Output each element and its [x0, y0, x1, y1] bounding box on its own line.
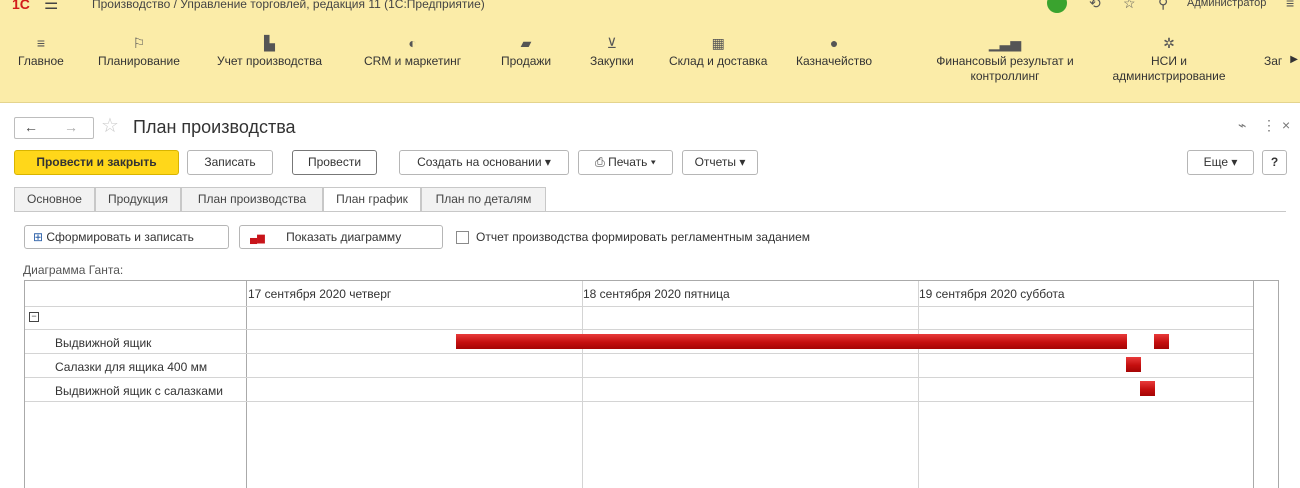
help-button[interactable]: ? — [1262, 150, 1287, 175]
gantt-bar[interactable] — [1126, 357, 1141, 372]
gantt-bar[interactable] — [1140, 381, 1155, 396]
chevron-down-icon: ▾ — [739, 155, 746, 169]
favorites-icon[interactable]: ☆ — [1123, 0, 1136, 12]
nav-buttons: ← → — [14, 117, 94, 139]
user-name[interactable]: Администратор — [1187, 0, 1266, 9]
forward-arrow-icon[interactable]: → — [64, 119, 78, 135]
post-and-close-button[interactable]: Провести и закрыть — [14, 150, 179, 175]
bag-icon: ▰ — [520, 35, 532, 51]
section-admin[interactable]: ✲ НСИ и администрирование — [1100, 36, 1238, 84]
section-more[interactable]: Заг — [1264, 36, 1282, 69]
post-button[interactable]: Провести — [292, 150, 377, 175]
gantt-scrollbar[interactable] — [1253, 281, 1278, 488]
build-and-save-button[interactable]: ⊞ Сформировать и записать — [24, 225, 229, 249]
app-title: Производство / Управление торговлей, ред… — [92, 0, 485, 11]
build-icon: ⊞ — [33, 230, 47, 244]
gantt-row-label: Выдвижной ящик — [55, 336, 152, 350]
print-button[interactable]: ⎙ Печать ▾ — [578, 150, 673, 175]
section-sales[interactable]: ▰ Продажи — [501, 36, 551, 69]
section-production[interactable]: ▙ Учет производства — [217, 36, 322, 69]
print-label: Печать — [608, 155, 648, 169]
close-icon[interactable]: × — [1282, 117, 1290, 133]
tab-parts-plan[interactable]: План по деталям — [421, 187, 546, 212]
settings-menu-icon[interactable]: ≡ — [1286, 0, 1294, 11]
section-crm[interactable]: ◐ CRM и маркетинг — [364, 36, 461, 69]
reports-button[interactable]: Отчеты ▾ — [682, 150, 758, 175]
scroll-right-icon[interactable]: ▶ — [1290, 54, 1298, 65]
gantt-caption: Диаграмма Ганта: — [23, 263, 124, 277]
tab-products[interactable]: Продукция — [95, 187, 181, 212]
warehouse-icon: ▦ — [711, 35, 725, 51]
chart-icon: ▁▃▅ — [988, 35, 1022, 51]
more-button[interactable]: Еще ▾ — [1187, 150, 1254, 175]
build-and-save-label: Сформировать и записать — [46, 230, 194, 244]
tab-underline — [14, 211, 1286, 212]
gantt-row-label: Салазки для ящика 400 мм — [55, 360, 208, 374]
chevron-down-icon: ▾ — [1231, 155, 1238, 169]
collapse-icon[interactable]: − — [29, 312, 39, 322]
menu-icon: ≡ — [36, 35, 46, 51]
section-financial-result[interactable]: ▁▃▅ Финансовый результат и контроллинг — [930, 36, 1080, 84]
tab-schedule-plan[interactable]: План график — [323, 187, 421, 212]
gantt-chart[interactable]: 17 сентября 2020 четверг 18 сентября 202… — [24, 280, 1279, 488]
factory-icon: ▙ — [264, 35, 275, 51]
printer-icon: ⎙ — [595, 155, 609, 169]
section-treasury[interactable]: ● Казначейство — [796, 36, 872, 69]
chevron-down-icon: ▾ — [650, 155, 656, 169]
history-icon[interactable]: ⟲ — [1089, 0, 1101, 12]
more-menu-icon[interactable]: ⋮ — [1262, 117, 1276, 134]
title-bar: 1С ☰ Производство / Управление торговлей… — [0, 0, 1300, 16]
section-warehouse[interactable]: ▦ Склад и доставка — [669, 36, 767, 69]
scheduled-report-label: Отчет производства формировать регламент… — [476, 230, 811, 244]
form-title: План производства — [133, 117, 296, 137]
gantt-bar[interactable] — [456, 334, 1127, 349]
show-chart-button[interactable]: ▄▆ Показать диаграмму — [239, 225, 443, 249]
show-chart-label: Показать диаграмму — [286, 230, 402, 244]
crm-icon: ◐ — [408, 35, 417, 51]
main-menu-icon[interactable]: ☰ — [44, 0, 58, 14]
tab-main[interactable]: Основное — [14, 187, 95, 212]
gantt-date-header: 17 сентября 2020 четверг — [248, 287, 392, 301]
notifications-icon[interactable] — [1047, 0, 1067, 13]
favorite-star-icon[interactable]: ☆ — [101, 113, 119, 138]
more-label: Еще — [1203, 155, 1229, 169]
1c-logo-icon: 1С — [12, 0, 30, 12]
create-based-on-button[interactable]: Создать на основании ▾ — [399, 150, 569, 175]
section-main[interactable]: ≡ Главное — [18, 36, 64, 69]
gantt-date-header: 19 сентября 2020 суббота — [919, 287, 1065, 301]
chevron-down-icon: ▾ — [544, 155, 551, 169]
cart-icon: ⊻ — [606, 35, 617, 51]
link-icon[interactable]: ⌁ — [1238, 117, 1246, 134]
gantt-date-header: 18 сентября 2020 пятница — [583, 287, 730, 301]
scheduled-report-checkbox[interactable] — [456, 231, 469, 244]
section-planning[interactable]: ⚐ Планирование — [98, 36, 180, 69]
section-purchases[interactable]: ⊻ Закупки — [590, 36, 634, 69]
create-based-on-label: Создать на основании — [417, 155, 542, 169]
gantt-row-label: Выдвижной ящик с салазками — [55, 384, 223, 398]
gantt-bar[interactable] — [1154, 334, 1169, 349]
treasury-icon: ● — [829, 35, 839, 51]
tab-production-plan[interactable]: План производства — [181, 187, 323, 212]
save-button[interactable]: Записать — [187, 150, 273, 175]
gear-icon: ✲ — [1163, 35, 1175, 51]
reports-label: Отчеты — [694, 155, 737, 169]
planning-icon: ⚐ — [132, 35, 146, 51]
back-arrow-icon[interactable]: ← — [24, 119, 38, 135]
sections-panel: ≡ Главное ⚐ Планирование ▙ Учет производ… — [0, 16, 1300, 103]
bar-chart-icon: ▄▆ — [250, 233, 265, 244]
search-icon[interactable]: ⚲ — [1158, 0, 1168, 12]
